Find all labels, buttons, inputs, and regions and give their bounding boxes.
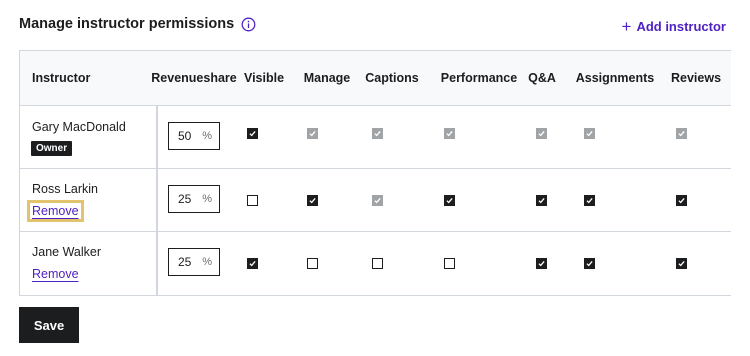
manage-checkbox <box>307 128 318 139</box>
table-header-row: Instructor Revenue share Visible Manage … <box>20 51 731 106</box>
instructor-name: Jane Walker <box>32 245 102 259</box>
page-title-text: Manage instructor permissions <box>19 16 235 32</box>
header-manage: Manage <box>303 71 351 85</box>
qa-checkbox[interactable] <box>536 258 547 269</box>
header-captions: Captions <box>365 71 419 85</box>
header-qa: Q&A <box>528 71 556 85</box>
revenue-share-input[interactable]: 50 % <box>168 122 220 150</box>
manage-checkbox[interactable] <box>307 195 318 206</box>
revenue-share-value: 25 <box>178 192 192 206</box>
performance-checkbox <box>444 128 455 139</box>
performance-checkbox[interactable] <box>444 258 455 269</box>
header-reviews: Reviews <box>670 71 722 85</box>
revenue-share-input[interactable]: 25 % <box>168 248 220 276</box>
page-title: Manage instructor permissions <box>19 16 256 32</box>
percent-unit: % <box>202 193 212 205</box>
revenue-share-input[interactable]: 25 % <box>168 185 220 213</box>
add-instructor-button[interactable]: + Add instructor <box>621 17 727 36</box>
qa-checkbox[interactable] <box>536 195 547 206</box>
percent-unit: % <box>202 256 212 268</box>
table-row: Jane Walker Remove 25 % <box>20 232 731 294</box>
qa-checkbox <box>536 128 547 139</box>
visible-checkbox[interactable] <box>247 258 258 269</box>
header-revenue-line2: share <box>203 71 237 85</box>
permissions-table: Instructor Revenue share Visible Manage … <box>19 50 731 296</box>
assignments-checkbox <box>584 128 595 139</box>
header-performance: Performance <box>440 71 518 85</box>
info-icon[interactable] <box>241 17 256 32</box>
instructor-name: Ross Larkin <box>32 182 98 196</box>
revenue-share-value: 25 <box>178 255 192 269</box>
captions-checkbox[interactable] <box>372 258 383 269</box>
assignments-checkbox[interactable] <box>584 258 595 269</box>
instructor-name: Gary MacDonald <box>32 120 126 134</box>
assignments-checkbox[interactable] <box>584 195 595 206</box>
header-instructor: Instructor <box>32 71 91 85</box>
captions-checkbox <box>372 128 383 139</box>
percent-unit: % <box>202 130 212 142</box>
visible-checkbox[interactable] <box>247 128 258 139</box>
revenue-share-value: 50 <box>178 129 192 143</box>
visible-checkbox[interactable] <box>247 195 258 206</box>
header-visible: Visible <box>243 71 285 85</box>
plus-icon: + <box>621 17 632 36</box>
owner-badge: Owner <box>31 141 73 156</box>
table-row: Ross Larkin Remove 25 % <box>20 169 731 232</box>
performance-checkbox[interactable] <box>444 195 455 206</box>
save-button[interactable]: Save <box>19 307 79 343</box>
header-revenue-line1: Revenue <box>151 71 204 85</box>
table-row: Gary MacDonald Owner 50 % <box>20 106 731 169</box>
reviews-checkbox[interactable] <box>676 258 687 269</box>
reviews-checkbox[interactable] <box>676 195 687 206</box>
remove-instructor-link[interactable]: Remove <box>27 200 84 222</box>
captions-checkbox <box>372 195 383 206</box>
header-revenue-share: Revenue share <box>151 51 236 105</box>
header-assignments: Assignments <box>575 71 655 85</box>
reviews-checkbox <box>676 128 687 139</box>
add-instructor-label: Add instructor <box>636 19 726 34</box>
remove-instructor-link[interactable]: Remove <box>32 267 79 281</box>
manage-checkbox[interactable] <box>307 258 318 269</box>
